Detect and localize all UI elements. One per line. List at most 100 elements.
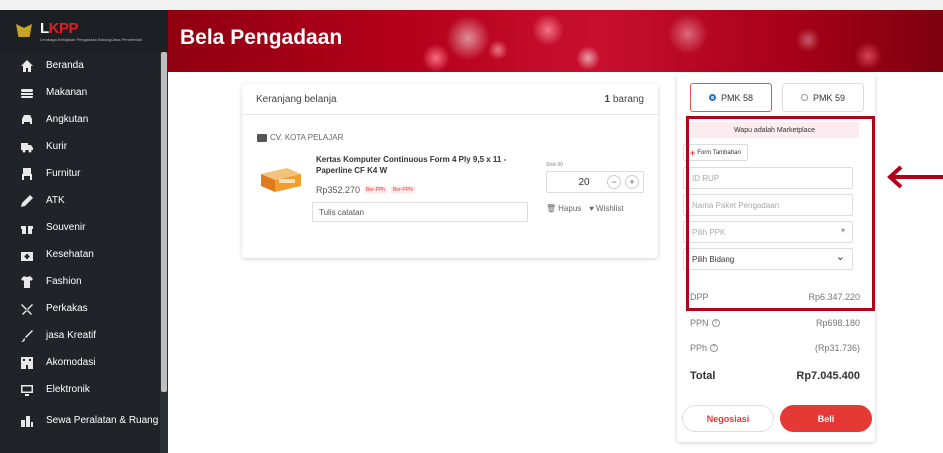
sidebar: LKPP Lembaga Kebijakan Pengadaan Barang/…: [0, 10, 168, 453]
help-icon[interactable]: ?: [710, 344, 719, 352]
sidebar-item-label: jasa Kreatif: [46, 330, 97, 341]
ppn-badge: Ber-PPN: [390, 186, 415, 194]
ppn-label: PPN: [690, 318, 709, 328]
pmk-tabs: PMK 58 PMK 59: [690, 83, 864, 112]
cart-card: Keranjang belanja 1 barang CV. KOTA PELA…: [242, 84, 658, 258]
home-icon: [20, 59, 34, 73]
cart-title: Keranjang belanja: [256, 93, 337, 105]
ppn-row: PPN? Rp698.180: [690, 318, 860, 328]
negotiate-button[interactable]: Negosiasi: [682, 405, 774, 432]
sidebar-item-label: Angkutan: [46, 114, 89, 125]
sidebar-item-label: ATK: [46, 195, 65, 206]
radio-icon: [800, 94, 808, 101]
sidebar-item-label: Beranda: [46, 60, 84, 71]
brand-subtitle: Lembaga Kebijakan Pengadaan Barang/Jasa …: [40, 36, 143, 42]
gift-icon: [20, 221, 34, 235]
increase-quantity-button[interactable]: +: [625, 175, 639, 189]
plus-icon: +: [690, 147, 696, 158]
cart-header: Keranjang belanja 1 barang: [242, 84, 658, 115]
tab-pmk-58[interactable]: PMK 58: [690, 83, 772, 112]
page-title: Bela Pengadaan: [180, 26, 343, 49]
sidebar-item-atk[interactable]: ATK: [0, 187, 168, 214]
quantity-input[interactable]: 20: [547, 177, 607, 188]
stock-label: Stok 90: [546, 162, 563, 168]
sidebar-item-jasa-kreatif[interactable]: jasa Kreatif: [0, 322, 168, 349]
sidebar-item-label: Souvenir: [46, 222, 86, 233]
brand-name: LKPP: [40, 19, 79, 37]
sidebar-item-beranda[interactable]: Beranda: [0, 52, 168, 79]
dpp-row: DPP Rp6.347.220: [690, 292, 860, 302]
chair-icon: [20, 167, 34, 181]
id-rup-input[interactable]: ID RUP: [683, 167, 853, 189]
sidebar-item-label: Furnitur: [46, 168, 81, 179]
sidebar-item-label: Akomodasi: [46, 357, 96, 368]
building-icon: [20, 356, 34, 370]
help-icon[interactable]: ?: [711, 319, 720, 327]
checkout-actions: Negosiasi Beli: [682, 405, 872, 432]
product-image[interactable]: [257, 164, 303, 194]
wishlist-button[interactable]: ♥ Wishlist: [589, 204, 623, 213]
pph-badge: Ber-PPh: [364, 186, 387, 194]
pen-icon: [20, 194, 34, 208]
product-price-row: Rp352.270 Ber-PPh Ber-PPN: [316, 185, 415, 195]
buy-button[interactable]: Beli: [780, 405, 872, 432]
total-label: Total: [690, 370, 716, 382]
lkpp-logo[interactable]: LKPP Lembaga Kebijakan Pengadaan Barang/…: [0, 10, 168, 52]
sidebar-scrollbar[interactable]: [160, 52, 168, 453]
heart-icon: ♥: [589, 204, 595, 213]
medical-icon: [20, 248, 34, 262]
sidebar-item-sewa-peralatan-ruang[interactable]: Sewa Peralatan & Ruang: [0, 403, 168, 439]
sidebar-item-label: Kesehatan: [46, 249, 94, 260]
sidebar-item-label: Elektronik: [46, 384, 90, 395]
dpp-value: Rp6.347.220: [808, 292, 860, 302]
sidebar-item-furnitur[interactable]: Furnitur: [0, 160, 168, 187]
dpp-label: DPP: [690, 292, 709, 302]
food-icon: [20, 86, 34, 100]
truck-icon: [20, 140, 34, 154]
quantity-stepper: 20 − +: [546, 171, 644, 193]
sidebar-item-kesehatan[interactable]: Kesehatan: [0, 241, 168, 268]
pph-value: (Rp31.736): [814, 343, 860, 353]
car-icon: [20, 113, 34, 127]
sidebar-item-fashion[interactable]: Fashion: [0, 268, 168, 295]
product-price: Rp352.270: [316, 185, 361, 195]
delete-button[interactable]: 🗑 Hapus: [546, 204, 581, 213]
header-banner: Bela Pengadaan: [168, 10, 943, 72]
top-strip: [0, 0, 943, 10]
scrollbar-thumb[interactable]: [161, 52, 167, 392]
sidebar-item-perkakas[interactable]: Perkakas: [0, 295, 168, 322]
wapu-notice: Wapu adalah Marketplace: [690, 122, 859, 138]
brush-icon: [20, 329, 34, 343]
sidebar-item-elektronik[interactable]: Elektronik: [0, 376, 168, 403]
shirt-icon: [20, 275, 34, 289]
form-tambahan-button[interactable]: + Form Tambahan: [683, 144, 748, 161]
decrease-quantity-button[interactable]: −: [607, 175, 621, 189]
bidang-select[interactable]: Pilih Bidang: [683, 248, 853, 270]
sidebar-item-label: Kurir: [46, 141, 68, 152]
sidebar-item-kurir[interactable]: Kurir: [0, 133, 168, 160]
total-value: Rp7.045.400: [796, 370, 860, 382]
trash-icon: 🗑: [546, 204, 557, 213]
sidebar-item-label: Fashion: [46, 276, 82, 287]
sidebar-item-angkutan[interactable]: Angkutan: [0, 106, 168, 133]
sidebar-item-akomodasi[interactable]: Akomodasi: [0, 349, 168, 376]
monitor-icon: [20, 383, 34, 397]
sidebar-item-makanan[interactable]: Makanan: [0, 79, 168, 106]
garuda-emblem-icon: [14, 22, 36, 40]
cart-count: 1 barang: [604, 93, 644, 105]
sidebar-item-label: Perkakas: [46, 303, 88, 314]
seller-name[interactable]: CV. KOTA PELAJAR: [257, 133, 343, 142]
tools-icon: [20, 302, 34, 316]
tab-pmk-59[interactable]: PMK 59: [782, 83, 864, 112]
nama-paket-input[interactable]: Nama Paket Pengadaan: [683, 194, 853, 216]
total-row: Total Rp7.045.400: [690, 370, 860, 382]
sidebar-item-souvenir[interactable]: Souvenir: [0, 214, 168, 241]
product-name[interactable]: Kertas Komputer Continuous Form 4 Ply 9,…: [316, 155, 541, 177]
notes-input[interactable]: Tulis catatan: [312, 202, 528, 222]
arrow-left-icon: [887, 165, 943, 189]
ppk-select[interactable]: Pilih PPK: [683, 221, 853, 243]
sidebar-menu: Beranda Makanan Angkutan Kurir Furnitur ATK So…: [0, 52, 168, 439]
item-actions: 🗑 Hapus ♥ Wishlist: [546, 204, 624, 213]
store-icon: [257, 133, 267, 142]
city-icon: [20, 414, 34, 428]
